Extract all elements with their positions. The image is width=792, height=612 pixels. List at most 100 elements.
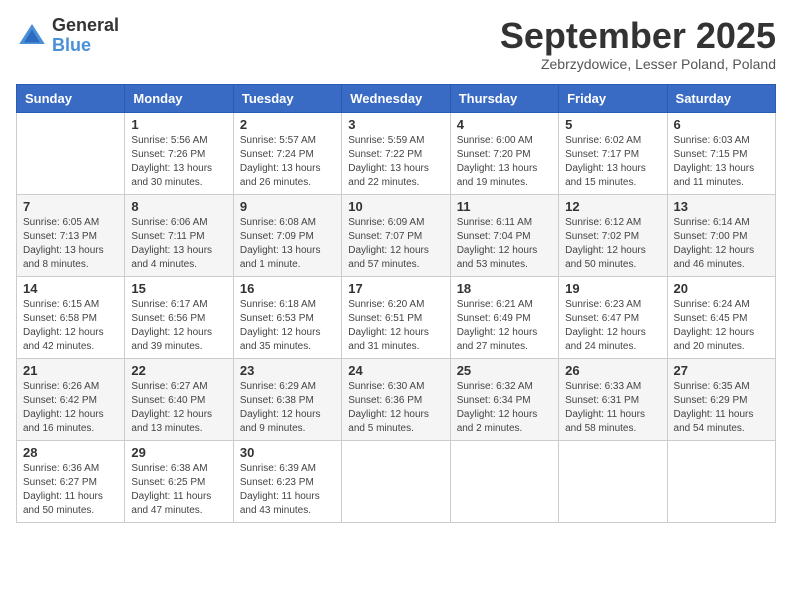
logo: General Blue (16, 16, 119, 56)
week-row-5: 28 Sunrise: 6:36 AM Sunset: 6:27 PM Dayli… (17, 440, 776, 522)
calendar-cell: 19Sunrise: 6:23 AM Sunset: 6:47 PM Dayli… (559, 276, 667, 358)
day-info: Sunrise: 6:32 AM Sunset: 6:34 PM Dayligh… (457, 380, 552, 436)
calendar-cell: 23 Sunrise: 6:29 AM Sunset: 6:38 PM Dayli… (233, 358, 341, 440)
calendar-cell: 14 Sunrise: 6:15 AM Sunset: 6:58 PM Dayli… (17, 276, 125, 358)
calendar-cell: 3Sunrise: 5:59 AM Sunset: 7:22 PM Daylig… (342, 112, 450, 194)
header-day-wednesday: Wednesday (342, 84, 450, 112)
calendar-cell: 29 Sunrise: 6:38 AM Sunset: 6:25 PM Dayli… (125, 440, 233, 522)
day-number: 6 (674, 117, 769, 132)
calendar-cell: 4 Sunrise: 6:00 AM Sunset: 7:20 PM Daylig… (450, 112, 558, 194)
day-number: 23 (240, 363, 335, 378)
calendar-header: SundayMondayTuesdayWednesdayThursdayFrid… (17, 84, 776, 112)
day-number: 17 (348, 281, 443, 296)
day-info: Sunrise: 5:59 AM Sunset: 7:22 PM Dayligh… (348, 134, 443, 190)
day-number: 7 (23, 199, 118, 214)
day-info: Sunrise: 6:24 AM Sunset: 6:45 PM Dayligh… (674, 298, 769, 354)
calendar-cell: 26Sunrise: 6:33 AM Sunset: 6:31 PM Dayli… (559, 358, 667, 440)
calendar-cell (342, 440, 450, 522)
logo-blue: Blue (52, 36, 119, 56)
day-number: 19 (565, 281, 660, 296)
day-info: Sunrise: 6:39 AM Sunset: 6:23 PM Dayligh… (240, 462, 335, 518)
calendar-cell: 22 Sunrise: 6:27 AM Sunset: 6:40 PM Dayli… (125, 358, 233, 440)
day-number: 12 (565, 199, 660, 214)
day-info: Sunrise: 6:30 AM Sunset: 6:36 PM Dayligh… (348, 380, 443, 436)
calendar-cell (17, 112, 125, 194)
day-info: Sunrise: 6:21 AM Sunset: 6:49 PM Dayligh… (457, 298, 552, 354)
day-info: Sunrise: 6:15 AM Sunset: 6:58 PM Dayligh… (23, 298, 118, 354)
calendar-cell: 2 Sunrise: 5:57 AM Sunset: 7:24 PM Daylig… (233, 112, 341, 194)
day-number: 27 (674, 363, 769, 378)
day-info: Sunrise: 6:17 AM Sunset: 6:56 PM Dayligh… (131, 298, 226, 354)
title-block: September 2025 Zebrzydowice, Lesser Pola… (500, 16, 776, 72)
day-number: 16 (240, 281, 335, 296)
logo-general: General (52, 16, 119, 36)
day-number: 22 (131, 363, 226, 378)
day-number: 21 (23, 363, 118, 378)
calendar-cell: 30 Sunrise: 6:39 AM Sunset: 6:23 PM Dayli… (233, 440, 341, 522)
header-day-tuesday: Tuesday (233, 84, 341, 112)
day-info: Sunrise: 6:14 AM Sunset: 7:00 PM Dayligh… (674, 216, 769, 272)
calendar-cell: 28 Sunrise: 6:36 AM Sunset: 6:27 PM Dayli… (17, 440, 125, 522)
calendar-cell: 15 Sunrise: 6:17 AM Sunset: 6:56 PM Dayli… (125, 276, 233, 358)
calendar-cell: 16 Sunrise: 6:18 AM Sunset: 6:53 PM Dayli… (233, 276, 341, 358)
header-day-thursday: Thursday (450, 84, 558, 112)
day-number: 2 (240, 117, 335, 132)
day-number: 8 (131, 199, 226, 214)
logo-icon (16, 20, 48, 52)
week-row-4: 21 Sunrise: 6:26 AM Sunset: 6:42 PM Dayli… (17, 358, 776, 440)
day-info: Sunrise: 6:36 AM Sunset: 6:27 PM Dayligh… (23, 462, 118, 518)
calendar-cell: 24 Sunrise: 6:30 AM Sunset: 6:36 PM Dayli… (342, 358, 450, 440)
day-number: 24 (348, 363, 443, 378)
day-number: 5 (565, 117, 660, 132)
day-number: 25 (457, 363, 552, 378)
calendar-table: SundayMondayTuesdayWednesdayThursdayFrid… (16, 84, 776, 523)
day-info: Sunrise: 5:57 AM Sunset: 7:24 PM Dayligh… (240, 134, 335, 190)
day-number: 29 (131, 445, 226, 460)
header-day-saturday: Saturday (667, 84, 775, 112)
day-number: 4 (457, 117, 552, 132)
day-number: 14 (23, 281, 118, 296)
day-number: 1 (131, 117, 226, 132)
calendar-cell: 11 Sunrise: 6:11 AM Sunset: 7:04 PM Dayli… (450, 194, 558, 276)
day-info: Sunrise: 6:02 AM Sunset: 7:17 PM Dayligh… (565, 134, 660, 190)
calendar-cell (667, 440, 775, 522)
day-info: Sunrise: 5:56 AM Sunset: 7:26 PM Dayligh… (131, 134, 226, 190)
calendar-cell: 13 Sunrise: 6:14 AM Sunset: 7:00 PM Dayli… (667, 194, 775, 276)
calendar-cell: 5 Sunrise: 6:02 AM Sunset: 7:17 PM Daylig… (559, 112, 667, 194)
week-row-3: 14 Sunrise: 6:15 AM Sunset: 6:58 PM Dayli… (17, 276, 776, 358)
day-info: Sunrise: 6:05 AM Sunset: 7:13 PM Dayligh… (23, 216, 118, 272)
location-subtitle: Zebrzydowice, Lesser Poland, Poland (500, 56, 776, 72)
day-info: Sunrise: 6:26 AM Sunset: 6:42 PM Dayligh… (23, 380, 118, 436)
calendar-cell: 25 Sunrise: 6:32 AM Sunset: 6:34 PM Dayli… (450, 358, 558, 440)
day-info: Sunrise: 6:38 AM Sunset: 6:25 PM Dayligh… (131, 462, 226, 518)
calendar-cell: 20Sunrise: 6:24 AM Sunset: 6:45 PM Dayli… (667, 276, 775, 358)
day-number: 15 (131, 281, 226, 296)
calendar-cell: 17Sunrise: 6:20 AM Sunset: 6:51 PM Dayli… (342, 276, 450, 358)
calendar-cell: 1 Sunrise: 5:56 AM Sunset: 7:26 PM Daylig… (125, 112, 233, 194)
day-info: Sunrise: 6:11 AM Sunset: 7:04 PM Dayligh… (457, 216, 552, 272)
header-day-friday: Friday (559, 84, 667, 112)
calendar-cell (559, 440, 667, 522)
day-number: 11 (457, 199, 552, 214)
day-number: 28 (23, 445, 118, 460)
calendar-cell: 10Sunrise: 6:09 AM Sunset: 7:07 PM Dayli… (342, 194, 450, 276)
header-day-monday: Monday (125, 84, 233, 112)
day-number: 13 (674, 199, 769, 214)
calendar-cell: 18 Sunrise: 6:21 AM Sunset: 6:49 PM Dayli… (450, 276, 558, 358)
day-info: Sunrise: 6:27 AM Sunset: 6:40 PM Dayligh… (131, 380, 226, 436)
day-info: Sunrise: 6:12 AM Sunset: 7:02 PM Dayligh… (565, 216, 660, 272)
calendar-cell: 12 Sunrise: 6:12 AM Sunset: 7:02 PM Dayli… (559, 194, 667, 276)
week-row-1: 1 Sunrise: 5:56 AM Sunset: 7:26 PM Daylig… (17, 112, 776, 194)
day-info: Sunrise: 6:18 AM Sunset: 6:53 PM Dayligh… (240, 298, 335, 354)
calendar-body: 1 Sunrise: 5:56 AM Sunset: 7:26 PM Daylig… (17, 112, 776, 522)
page-header: General Blue September 2025 Zebrzydowice… (16, 16, 776, 72)
day-info: Sunrise: 6:29 AM Sunset: 6:38 PM Dayligh… (240, 380, 335, 436)
calendar-cell: 27Sunrise: 6:35 AM Sunset: 6:29 PM Dayli… (667, 358, 775, 440)
day-info: Sunrise: 6:00 AM Sunset: 7:20 PM Dayligh… (457, 134, 552, 190)
calendar-cell: 21 Sunrise: 6:26 AM Sunset: 6:42 PM Dayli… (17, 358, 125, 440)
month-title: September 2025 (500, 16, 776, 56)
calendar-cell (450, 440, 558, 522)
day-info: Sunrise: 6:33 AM Sunset: 6:31 PM Dayligh… (565, 380, 660, 436)
day-number: 18 (457, 281, 552, 296)
day-number: 30 (240, 445, 335, 460)
